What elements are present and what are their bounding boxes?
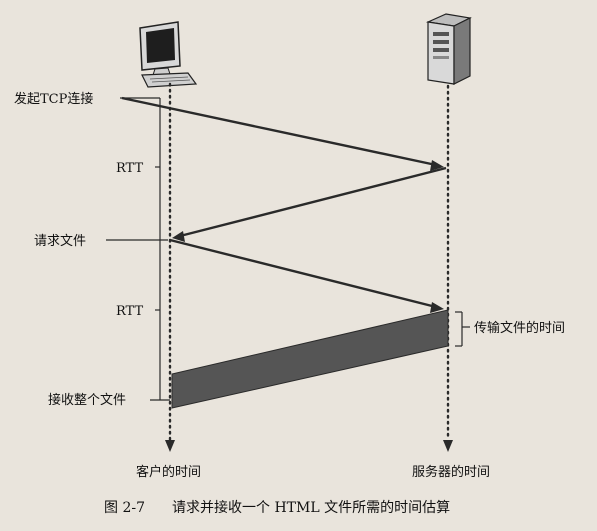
- file-transfer-band: [171, 309, 449, 409]
- label-server-time: 服务器的时间: [412, 464, 490, 480]
- synack-line: [179, 166, 447, 238]
- label-client-time: 客户的时间: [136, 464, 201, 480]
- label-initiate-tcp: 发起TCP连接: [14, 91, 93, 107]
- label-request-file: 请求文件: [34, 234, 86, 249]
- request-line: [169, 238, 437, 309]
- label-rtt-bottom: RTT: [116, 304, 143, 319]
- server-timeline-arrowhead: [443, 440, 453, 452]
- label-rtt-top: RTT: [116, 161, 143, 176]
- client-timeline-arrowhead: [165, 440, 175, 452]
- server-tower-icon: [425, 13, 472, 85]
- figure-caption: 请求并接收一个 HTML 文件所需的时间估算: [172, 499, 450, 516]
- figure-number: 图 2-7: [104, 500, 145, 516]
- right-bracket: [455, 311, 470, 347]
- left-brackets: [106, 97, 170, 401]
- label-receive-file: 接收整个文件: [48, 392, 126, 408]
- desktop-computer-icon: [139, 21, 198, 88]
- label-transmit-time: 传输文件的时间: [474, 320, 565, 336]
- http-timing-diagram: 发起TCP连接 RTT 请求文件 RTT 传输文件的时间 接收整个文件 客户的时…: [14, 13, 565, 516]
